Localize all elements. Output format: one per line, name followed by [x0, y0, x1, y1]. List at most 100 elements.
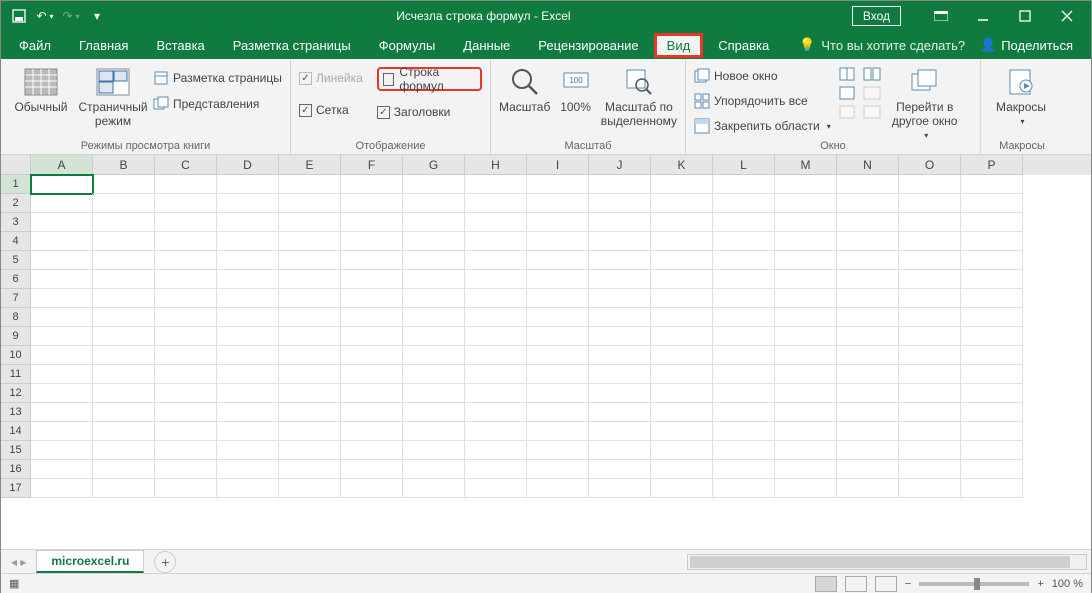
cell[interactable] [589, 251, 651, 270]
cell[interactable] [31, 403, 93, 422]
cell[interactable] [589, 346, 651, 365]
cell[interactable] [961, 289, 1023, 308]
tell-me-search[interactable]: 💡 Что вы хотите сделать? [799, 37, 965, 53]
cell[interactable] [651, 479, 713, 498]
cell[interactable] [341, 213, 403, 232]
row-header[interactable]: 3 [1, 213, 31, 232]
cell[interactable] [403, 365, 465, 384]
cell[interactable] [961, 175, 1023, 194]
cell[interactable] [775, 308, 837, 327]
cell[interactable] [465, 289, 527, 308]
cell[interactable] [961, 346, 1023, 365]
cell[interactable] [899, 270, 961, 289]
cell[interactable] [465, 346, 527, 365]
cell[interactable] [403, 479, 465, 498]
cell[interactable] [837, 194, 899, 213]
col-header[interactable]: E [279, 155, 341, 175]
row-header[interactable]: 17 [1, 479, 31, 498]
cell[interactable] [713, 460, 775, 479]
cell[interactable] [155, 213, 217, 232]
cell[interactable] [403, 308, 465, 327]
cell[interactable] [837, 213, 899, 232]
cell[interactable] [155, 308, 217, 327]
record-macro-icon[interactable]: ▦ [9, 577, 19, 590]
cell[interactable] [217, 327, 279, 346]
row-header[interactable]: 4 [1, 232, 31, 251]
cell[interactable] [775, 289, 837, 308]
headings-checkbox[interactable]: Заголовки [377, 101, 482, 123]
tab-insert[interactable]: Вставка [144, 34, 216, 57]
cell[interactable] [775, 251, 837, 270]
cell[interactable] [93, 327, 155, 346]
cell[interactable] [899, 403, 961, 422]
cell[interactable] [93, 175, 155, 194]
maximize-button[interactable] [1005, 1, 1045, 31]
col-header[interactable]: C [155, 155, 217, 175]
cell[interactable] [341, 422, 403, 441]
cell[interactable] [31, 251, 93, 270]
cell[interactable] [403, 403, 465, 422]
cell[interactable] [279, 346, 341, 365]
col-header[interactable]: N [837, 155, 899, 175]
zoom-level[interactable]: 100 % [1052, 578, 1083, 590]
cell[interactable] [589, 422, 651, 441]
cell[interactable] [279, 213, 341, 232]
worksheet[interactable]: ABCDEFGHIJKLMNOP 12345678910111213141516… [1, 155, 1091, 548]
cell[interactable] [155, 327, 217, 346]
row-header[interactable]: 14 [1, 422, 31, 441]
cell[interactable] [93, 308, 155, 327]
cell[interactable] [31, 194, 93, 213]
cell[interactable] [837, 327, 899, 346]
row-header[interactable]: 1 [1, 175, 31, 194]
cell[interactable] [837, 479, 899, 498]
minimize-button[interactable] [963, 1, 1003, 31]
col-header[interactable]: O [899, 155, 961, 175]
cell[interactable] [31, 308, 93, 327]
cell[interactable] [465, 270, 527, 289]
cell[interactable] [713, 175, 775, 194]
cell[interactable] [155, 441, 217, 460]
row-header[interactable]: 5 [1, 251, 31, 270]
cell[interactable] [465, 232, 527, 251]
cell[interactable] [31, 460, 93, 479]
cell[interactable] [651, 213, 713, 232]
share-button[interactable]: 👤 Поделиться [980, 37, 1085, 53]
col-header[interactable]: D [217, 155, 279, 175]
cell[interactable] [93, 441, 155, 460]
cell[interactable] [403, 346, 465, 365]
cell[interactable] [589, 403, 651, 422]
cell[interactable] [465, 479, 527, 498]
cell[interactable] [589, 308, 651, 327]
cell[interactable] [775, 422, 837, 441]
horizontal-scrollbar[interactable] [687, 554, 1087, 570]
cell[interactable] [713, 194, 775, 213]
cell[interactable] [713, 384, 775, 403]
new-window-button[interactable]: Новое окно [694, 65, 831, 87]
cell[interactable] [155, 403, 217, 422]
sheet-tab[interactable]: microexcel.ru [36, 550, 144, 573]
cell[interactable] [899, 365, 961, 384]
cell[interactable] [31, 213, 93, 232]
zoom-slider[interactable] [919, 582, 1029, 586]
cell[interactable] [155, 422, 217, 441]
cell[interactable] [155, 346, 217, 365]
cell[interactable] [217, 175, 279, 194]
cell[interactable] [837, 460, 899, 479]
page-break-view-icon[interactable] [875, 576, 897, 592]
cell[interactable] [775, 232, 837, 251]
cell[interactable] [341, 270, 403, 289]
cell[interactable] [465, 194, 527, 213]
cell[interactable] [465, 308, 527, 327]
cell[interactable] [527, 365, 589, 384]
cell[interactable] [837, 422, 899, 441]
cell[interactable] [279, 232, 341, 251]
cell[interactable] [279, 270, 341, 289]
login-button[interactable]: Вход [852, 6, 901, 26]
cell[interactable] [651, 289, 713, 308]
cell[interactable] [527, 194, 589, 213]
cell[interactable] [961, 460, 1023, 479]
cell[interactable] [899, 327, 961, 346]
cell[interactable] [899, 308, 961, 327]
cell[interactable] [837, 289, 899, 308]
page-break-view-button[interactable]: Страничный режим [81, 63, 145, 129]
